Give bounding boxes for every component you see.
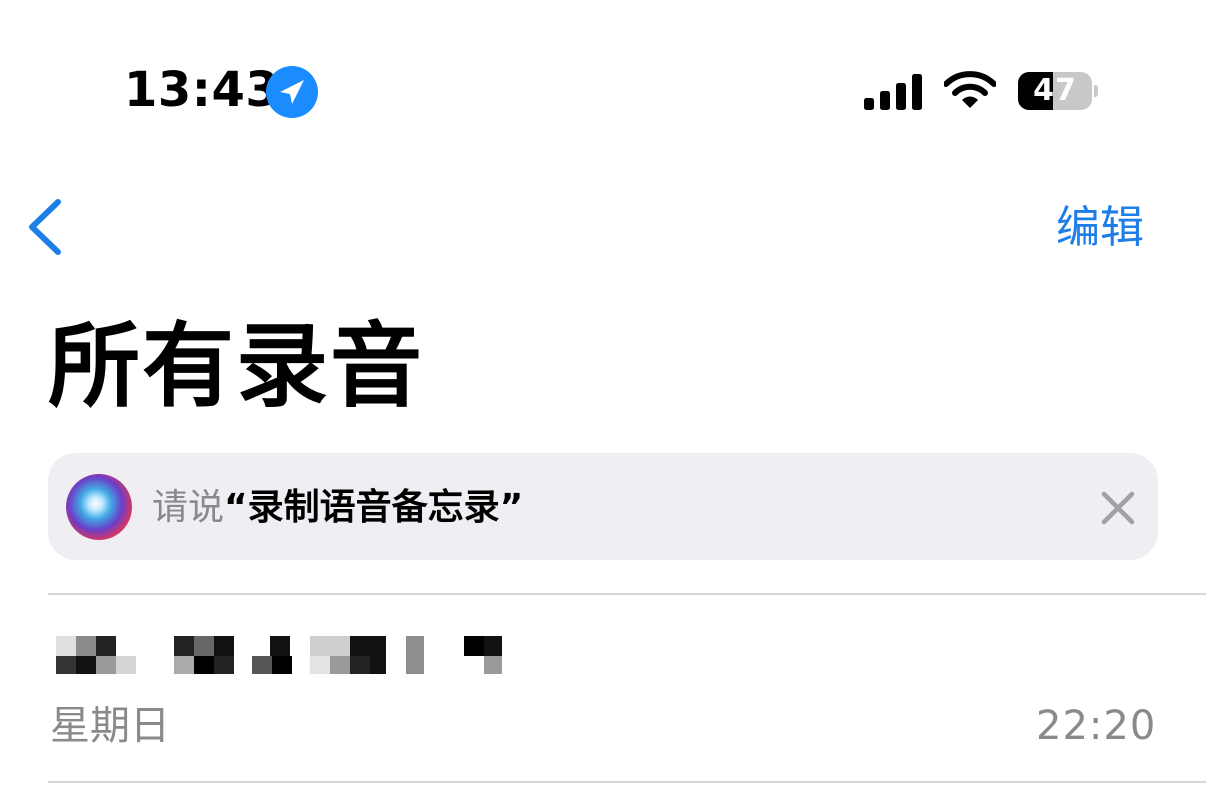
list-divider [48,781,1206,783]
edit-button[interactable]: 编辑 [1056,200,1144,256]
wifi-icon [943,70,997,110]
cellular-signal-icon [864,74,926,110]
page-title: 所有录音 [48,313,425,420]
siri-icon [66,474,132,540]
list-divider [48,593,1206,595]
siri-tip-phrase: “录制语音备忘录” [224,487,524,528]
siri-tip-prefix: 请说 [152,487,225,528]
siri-tip-text: 请说“录制语音备忘录” [152,482,523,534]
battery-icon: 47 [1018,72,1098,112]
back-button[interactable] [24,196,68,258]
chevron-left-icon [29,199,61,255]
close-tip-button[interactable] [1098,488,1138,528]
location-arrow-icon [266,66,318,118]
recording-title-redacted[interactable] [56,634,506,678]
battery-level: 47 [1033,73,1077,108]
recording-duration: 22:20 [1036,703,1157,749]
status-time: 13:43 [124,62,280,118]
recording-date: 星期日 [50,703,170,749]
close-icon [1101,491,1135,525]
